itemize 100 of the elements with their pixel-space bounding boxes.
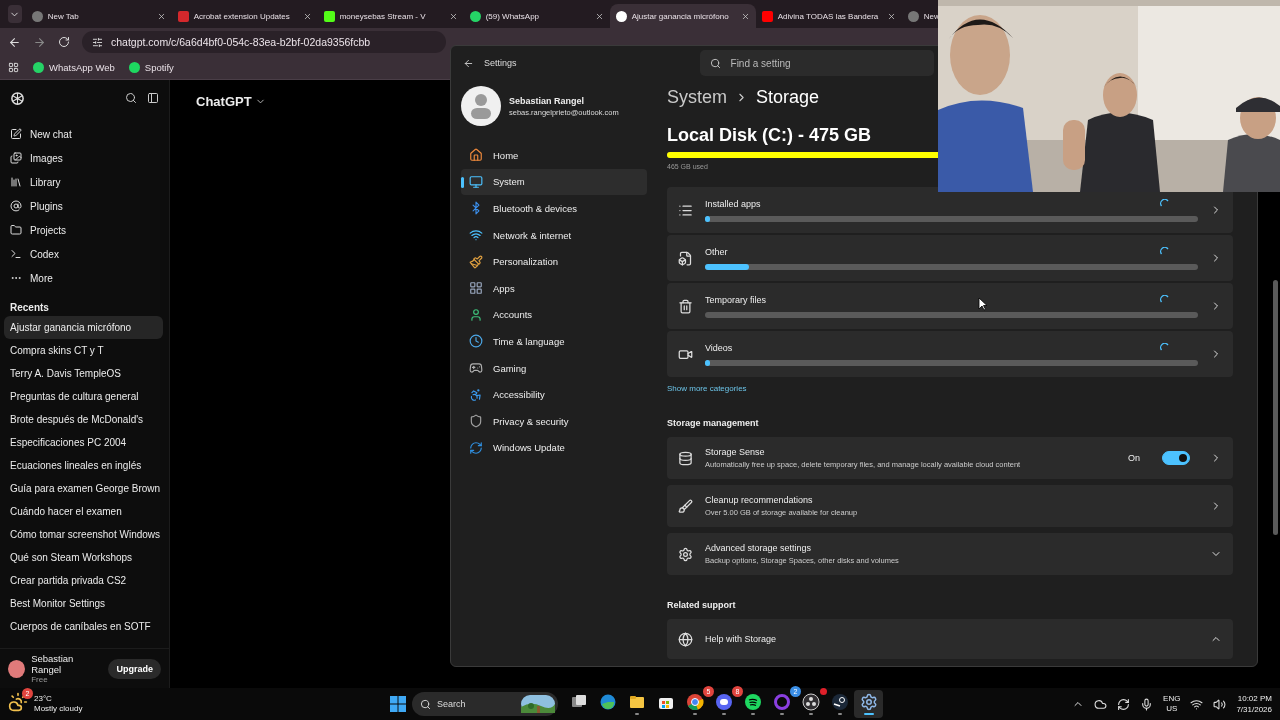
sidebar-item[interactable]: New chat (0, 122, 169, 146)
browser-tab[interactable]: Acrobat extension Updates (171, 4, 318, 28)
microphone-icon[interactable] (1140, 697, 1154, 711)
close-icon[interactable] (740, 11, 750, 21)
search-icon (420, 698, 431, 710)
loading-icon (1160, 343, 1170, 353)
chat-history-item[interactable]: Ecuaciones lineales en inglés (4, 454, 163, 477)
sidebar-toggle-icon[interactable] (147, 92, 159, 104)
chat-history-item[interactable]: Cómo tomar screenshot Windows (4, 523, 163, 546)
forward-icon[interactable] (33, 35, 46, 49)
person-icon (469, 307, 483, 322)
broom-icon (678, 498, 693, 514)
breadcrumb-link[interactable]: System (667, 86, 727, 108)
cursor-icon (978, 297, 988, 311)
sidebar-item[interactable]: Images (0, 146, 169, 170)
browser-tab[interactable]: Adivina TODAS las Bandera (755, 4, 902, 28)
close-icon[interactable] (302, 11, 312, 21)
user-name: Sebastian Rangel (31, 653, 75, 675)
reload-icon[interactable] (58, 36, 70, 48)
language-indicator[interactable]: ENG US (1163, 694, 1181, 714)
settings-icon[interactable] (859, 693, 878, 711)
nav-item[interactable]: Windows Update (461, 434, 647, 462)
bookmark[interactable]: Spotify (128, 62, 174, 73)
nav-item[interactable]: Apps (461, 274, 647, 302)
chat-history-item[interactable]: Crear partida privada CS2 (4, 569, 163, 592)
chat-history-item[interactable]: Ajustar ganancia micrófono (4, 316, 163, 339)
loading-icon (1160, 199, 1170, 209)
nav-item[interactable]: Gaming (461, 354, 647, 382)
chat-history-item[interactable]: Cuándo hacer el examen (4, 500, 163, 523)
logo-icon[interactable] (10, 90, 25, 106)
back-icon[interactable] (463, 57, 474, 69)
chrome-icon[interactable] (685, 693, 704, 711)
folder-icon[interactable] (627, 693, 646, 711)
ring-app-icon[interactable] (772, 693, 791, 711)
wifi-icon[interactable] (1190, 697, 1204, 711)
chat-history-item[interactable]: Guía para examen George Brown (4, 477, 163, 500)
clock[interactable]: 10:02 PM 7/31/2026 (1236, 693, 1272, 715)
chat-history-item[interactable]: Best Monitor Settings (4, 592, 163, 615)
new-chat-icon (10, 128, 22, 140)
chat-history-item[interactable]: Compra skins CT y T (4, 339, 163, 362)
browser-icon[interactable] (598, 693, 617, 711)
site-icon (469, 10, 481, 22)
close-icon[interactable] (156, 11, 166, 21)
browser-tab[interactable]: Ajustar ganancia micrófono (609, 4, 756, 28)
address-bar[interactable]: chatgpt.com/c/6a6d4bf0-054c-83ea-b2bf-02da9356fcbb (82, 31, 446, 53)
storage-category[interactable]: Temporary files (667, 283, 1233, 329)
close-icon[interactable] (886, 11, 896, 21)
nav-item[interactable]: Personalization (461, 248, 647, 275)
search-field[interactable]: Search (412, 692, 558, 716)
browser-tab[interactable]: New Tab (25, 4, 172, 28)
gamepad-icon (469, 361, 483, 376)
sidebar-item[interactable]: Codex (0, 242, 169, 266)
volume-icon[interactable] (1213, 697, 1227, 711)
nav-item[interactable]: Time & language (461, 328, 647, 355)
chat-history-item[interactable]: Brote después de McDonald's (4, 408, 163, 431)
bookmark[interactable]: WhatsApp Web (33, 62, 115, 73)
temperature: 23°C (34, 694, 53, 704)
site-icon (761, 10, 773, 22)
chat-history-item[interactable]: Preguntas de cultura general (4, 385, 163, 408)
sidebar-item[interactable]: More (0, 266, 169, 290)
user-avatar[interactable] (8, 659, 26, 678)
cloud-icon[interactable] (1094, 697, 1108, 711)
nav-item[interactable]: Bluetooth & devices (461, 195, 647, 222)
close-icon[interactable] (594, 11, 604, 21)
chat-history-item[interactable]: Terry A. Davis TempleOS (4, 362, 163, 385)
user-avatar[interactable] (461, 86, 501, 126)
nav-item[interactable]: Home (461, 142, 647, 169)
site-icon (31, 10, 43, 22)
sync-icon[interactable] (1117, 697, 1131, 711)
tab-search-button[interactable] (8, 5, 22, 23)
toggle-switch[interactable] (1162, 451, 1190, 465)
sidebar-item[interactable]: Library (0, 170, 169, 194)
sidebar-item[interactable]: Projects (0, 218, 169, 242)
search-icon[interactable] (125, 92, 137, 104)
nav-item[interactable]: Accounts (461, 301, 647, 329)
apps-icon[interactable] (8, 62, 19, 73)
model-selector[interactable]: ChatGPT (196, 94, 266, 109)
scrollbar[interactable] (1272, 280, 1278, 535)
nav-item[interactable]: Privacy & security (461, 407, 647, 435)
support-card[interactable]: Help with Storage (667, 619, 1233, 659)
back-icon[interactable] (8, 35, 21, 49)
search-field[interactable]: Find a setting (699, 50, 934, 76)
close-icon[interactable] (448, 11, 458, 21)
nav-item[interactable]: Accessibility (461, 381, 647, 408)
storage-category[interactable]: Installed apps (667, 187, 1233, 233)
chat-history-item[interactable]: Cuerpos de caníbales en SOTF (4, 615, 163, 638)
storage-category[interactable]: Videos (667, 331, 1233, 377)
start-icon[interactable] (390, 696, 406, 712)
show-more-link[interactable]: Show more categories (667, 383, 1233, 395)
chat-history-item[interactable]: Especificaciones PC 2004 (4, 431, 163, 454)
chat-app-icon[interactable] (714, 693, 733, 711)
storage-category[interactable]: Other (667, 235, 1233, 281)
chat-history-item[interactable]: Qué son Steam Workshops (4, 546, 163, 569)
browser-tab[interactable]: moneysebas Stream - V (317, 4, 464, 28)
music-app-icon[interactable] (743, 693, 762, 711)
nav-item[interactable]: Network & internet (461, 221, 647, 249)
nav-item[interactable]: System (461, 168, 647, 196)
upgrade-button[interactable]: Upgrade (108, 658, 161, 679)
browser-tab[interactable]: (59) WhatsApp (463, 4, 610, 28)
sidebar-item[interactable]: Plugins (0, 194, 169, 218)
